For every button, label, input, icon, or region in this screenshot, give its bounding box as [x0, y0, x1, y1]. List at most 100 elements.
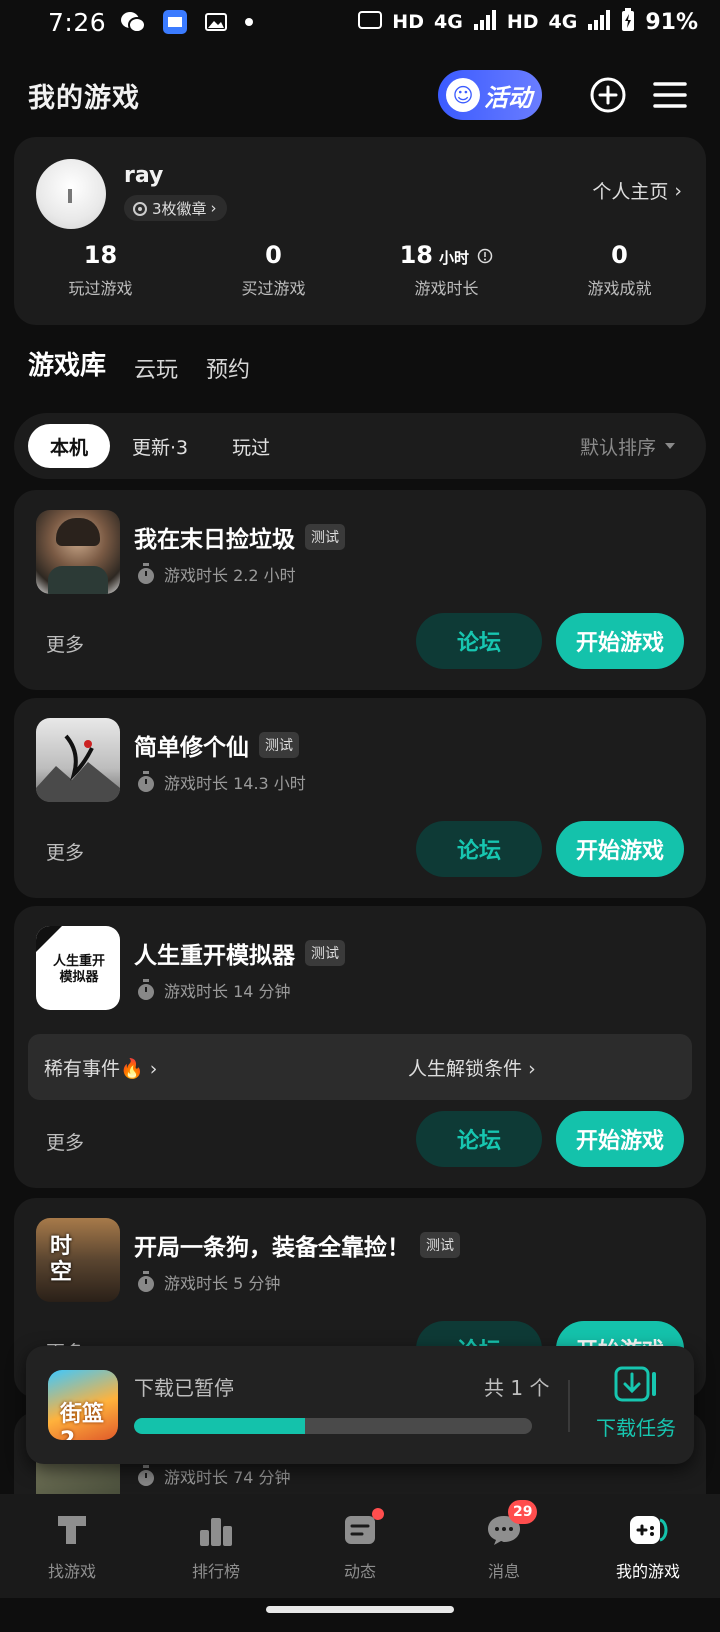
chevron-right-icon: › [149, 1057, 158, 1080]
life-unlock-link[interactable]: 人生解锁条件 › [408, 1054, 536, 1081]
wechat-icon [120, 10, 147, 34]
more-link[interactable]: 更多 [46, 838, 84, 865]
nav-find-games[interactable]: 找游戏 [0, 1494, 144, 1598]
home-indicator[interactable] [266, 1606, 454, 1613]
sim1-type: 4G [433, 11, 463, 33]
forum-button[interactable]: 论坛 [416, 821, 542, 877]
avatar[interactable] [36, 159, 106, 229]
download-popup[interactable]: 街篮2 下载已暂停 共 1 个 下载任务 [26, 1346, 694, 1464]
nav-label: 动态 [343, 1562, 376, 1581]
download-progress-fill [134, 1418, 306, 1434]
notification-dot [372, 1508, 384, 1520]
stat-label: 玩过游戏 [68, 279, 133, 298]
info-icon[interactable] [477, 248, 493, 264]
tab-reservation[interactable]: 预约 [206, 352, 250, 384]
nav-messages[interactable]: 29 消息 [432, 1494, 576, 1598]
game-cover[interactable]: 人生重开模拟器 [36, 926, 120, 1010]
nav-my-games[interactable]: 我的游戏 [576, 1494, 720, 1598]
stat-achievements[interactable]: 0 游戏成就 [533, 241, 706, 299]
download-progress-bar [134, 1418, 532, 1434]
start-game-button[interactable]: 开始游戏 [556, 821, 684, 877]
stat-label: 游戏成就 [587, 279, 652, 298]
stat-value: 18 [399, 241, 434, 269]
tab-game-library[interactable]: 游戏库 [28, 345, 107, 384]
refresh-rate-icon [358, 10, 383, 35]
my-games-icon [626, 1508, 670, 1552]
start-game-button[interactable]: 开始游戏 [556, 1111, 684, 1167]
more-link[interactable]: 更多 [46, 630, 84, 657]
tab-cloud-play[interactable]: 云玩 [134, 352, 178, 384]
game-card: 简单修个仙 测试 游戏时长 14.3 小时 更多 论坛 开始游戏 [14, 698, 706, 898]
forum-button[interactable]: 论坛 [416, 1111, 542, 1167]
filter-updates[interactable]: 更新·3 [110, 424, 210, 468]
stat-play-time[interactable]: 18 小时 游戏时长 [360, 241, 533, 299]
status-time: 7:26 [48, 7, 107, 37]
nav-rankings[interactable]: 排行榜 [144, 1494, 288, 1598]
nav-label: 我的游戏 [615, 1562, 680, 1581]
cover-text: 时空 [50, 1234, 73, 1285]
playtime-text: 游戏时长 2.2 小时 [164, 566, 296, 585]
message-count-badge: 29 [508, 1500, 538, 1524]
medal-icon [133, 202, 147, 216]
game-title-text: 我在末日捡垃圾 [134, 527, 295, 553]
download-task-button[interactable]: 下载任务 [578, 1366, 694, 1441]
game-title-text: 开局一条狗，装备全靠捡！ [134, 1235, 410, 1261]
test-tag: 测试 [305, 524, 345, 550]
badge-text: 3枚徽章 [152, 199, 207, 218]
battery-icon [621, 7, 635, 37]
game-title-text: 简单修个仙 [134, 735, 249, 761]
game-playtime: 游戏时长 5 分钟 [136, 1270, 280, 1294]
caret-down-icon [665, 443, 675, 449]
filter-bar: 本机 更新·3 玩过 默认排序 [14, 413, 706, 479]
stat-games-played[interactable]: 18 玩过游戏 [14, 241, 187, 299]
game-title: 简单修个仙 测试 [134, 728, 299, 762]
stat-unit: 小时 [439, 249, 470, 267]
start-game-button[interactable]: 开始游戏 [556, 613, 684, 669]
stopwatch-icon [138, 771, 154, 792]
activity-mascot-icon: ☺ [446, 78, 480, 112]
library-tabs: 游戏库 云玩 预约 [28, 345, 250, 384]
nav-feed[interactable]: 动态 [288, 1494, 432, 1598]
badge-chip[interactable]: 3枚徽章 › [124, 195, 227, 221]
menu-icon[interactable] [648, 73, 692, 117]
app-header: 我的游戏 ☺ 活动 [0, 60, 720, 130]
stat-games-bought[interactable]: 0 买过游戏 [187, 241, 360, 299]
game-title: 我在末日捡垃圾 测试 [134, 520, 345, 554]
game-title: 开局一条狗，装备全靠捡！ 测试 [134, 1228, 460, 1262]
activity-button[interactable]: ☺ 活动 [438, 70, 542, 120]
game-cover[interactable]: 时空 [36, 1218, 120, 1302]
sort-dropdown[interactable]: 默认排序 [580, 433, 692, 460]
sim2-type: 4G [548, 11, 578, 33]
stats-row: 18 玩过游戏 0 买过游戏 18 小时 游戏时长 0 游戏成就 [14, 241, 706, 299]
playtime-text: 游戏时长 14.3 小时 [164, 774, 306, 793]
rare-events-label: 稀有事件🔥 [44, 1057, 144, 1080]
filter-local[interactable]: 本机 [28, 424, 111, 468]
nav-label: 消息 [487, 1562, 520, 1581]
profile-card: ray 3枚徽章 › 个人主页 › 18 玩过游戏 0 买过游戏 18 小时 游戏… [14, 137, 706, 325]
download-icon-text: 街篮2 [60, 1402, 105, 1440]
game-title: 人生重开模拟器 测试 [134, 936, 345, 970]
download-count: 共 1 个 [484, 1376, 550, 1400]
divider [568, 1380, 570, 1432]
rare-events-link[interactable]: 稀有事件🔥 › [44, 1054, 157, 1081]
stopwatch-icon [138, 979, 154, 1000]
game-playtime: 游戏时长 2.2 小时 [136, 562, 296, 586]
test-tag: 测试 [420, 1232, 460, 1258]
game-playtime: 游戏时长 14 分钟 [136, 978, 291, 1002]
forum-button[interactable]: 论坛 [416, 613, 542, 669]
more-link[interactable]: 更多 [46, 1128, 84, 1155]
game-cover[interactable] [36, 718, 120, 802]
stopwatch-icon [138, 1271, 154, 1292]
download-game-icon: 街篮2 [48, 1370, 118, 1440]
playtime-text: 游戏时长 74 分钟 [164, 1468, 291, 1487]
game-card: 我在末日捡垃圾 测试 游戏时长 2.2 小时 更多 论坛 开始游戏 [14, 490, 706, 690]
filter-played[interactable]: 玩过 [210, 424, 292, 468]
nav-label: 排行榜 [191, 1562, 240, 1581]
add-icon[interactable] [586, 73, 630, 117]
download-status: 下载已暂停 [134, 1376, 234, 1400]
game-cover[interactable] [36, 510, 120, 594]
bottom-nav: 找游戏 排行榜 动态 29 消息 我的游戏 [0, 1494, 720, 1598]
sort-label: 默认排序 [579, 436, 656, 459]
dot-icon [244, 17, 254, 27]
personal-homepage-link[interactable]: 个人主页 › [592, 177, 682, 204]
